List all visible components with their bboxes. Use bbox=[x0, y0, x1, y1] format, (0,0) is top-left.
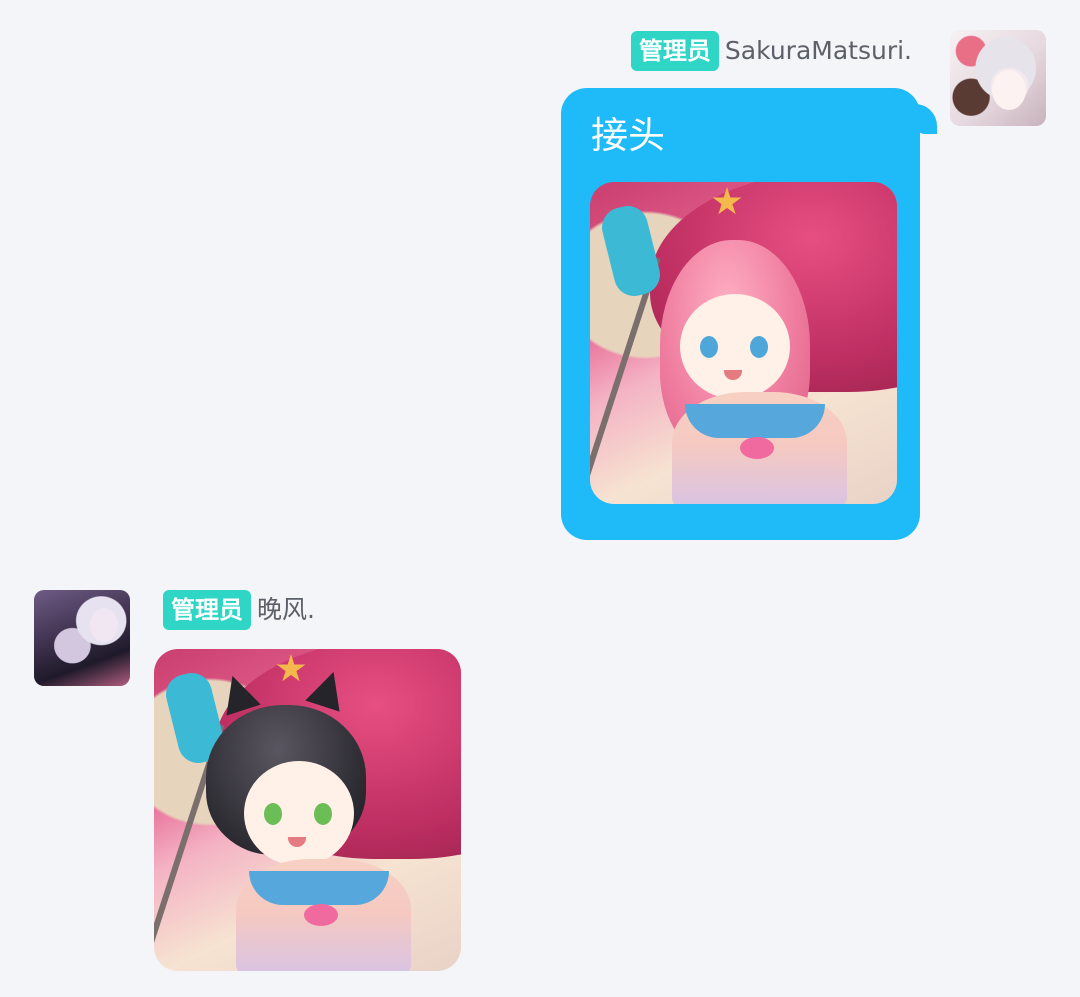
character-eye bbox=[264, 803, 282, 825]
sailor-bow bbox=[740, 437, 774, 459]
avatar-face bbox=[992, 70, 1026, 110]
sailor-collar bbox=[249, 871, 389, 905]
admin-badge: 管理员 bbox=[163, 590, 251, 630]
character-mouth bbox=[288, 837, 306, 847]
character-eye bbox=[750, 336, 768, 358]
avatar-face bbox=[90, 608, 118, 642]
avatar-sakuramatsuri[interactable] bbox=[950, 30, 1046, 126]
sticker-image[interactable] bbox=[590, 182, 897, 504]
character-eye bbox=[314, 803, 332, 825]
message-text: 接头 bbox=[591, 114, 665, 157]
sender-header: 管理员 晚风. bbox=[163, 590, 315, 630]
character-eye bbox=[700, 336, 718, 358]
sender-name: 晚风. bbox=[257, 595, 315, 624]
sailor-collar bbox=[685, 404, 825, 438]
sender-name: SakuraMatsuri. bbox=[724, 36, 912, 65]
character-face bbox=[680, 294, 790, 399]
antler-ornament bbox=[597, 201, 665, 301]
message-bubble[interactable]: 接头 bbox=[561, 88, 920, 540]
sailor-bow bbox=[304, 904, 338, 926]
sticker-image[interactable] bbox=[154, 649, 461, 971]
avatar-wanfeng[interactable] bbox=[34, 590, 130, 686]
character-mouth bbox=[724, 370, 742, 380]
admin-badge: 管理员 bbox=[630, 31, 719, 71]
sender-header: 管理员 SakuraMatsuri. bbox=[630, 31, 912, 71]
character-face bbox=[244, 761, 354, 866]
